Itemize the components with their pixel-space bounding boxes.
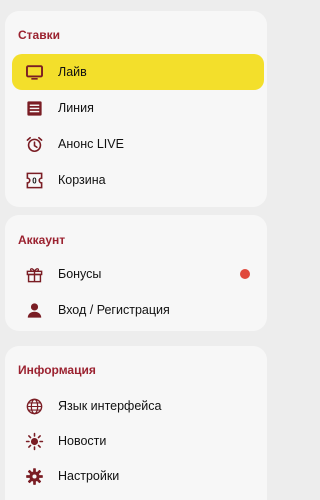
bets-section-title: Ставки <box>18 28 60 42</box>
gear-icon <box>24 466 44 486</box>
info-section: Информация Язык интерфейса Новости Настр… <box>5 346 267 500</box>
account-section-title: Аккаунт <box>18 233 66 247</box>
menu-item-login[interactable]: Вход / Регистрация <box>12 292 264 328</box>
person-icon <box>24 300 44 320</box>
menu-item-settings[interactable]: Настройки <box>12 458 264 494</box>
alarm-clock-icon <box>24 134 44 154</box>
menu-item-basket[interactable]: 0 Корзина <box>12 162 264 198</box>
menu-item-language[interactable]: Язык интерфейса <box>12 388 264 424</box>
basket-count: 0 <box>32 176 37 185</box>
sun-icon <box>24 431 44 451</box>
list-icon <box>24 98 44 118</box>
bets-section: Ставки Лайв Линия Анонс LIVE 0 Корзина <box>5 11 267 207</box>
menu-item-language-label: Язык интерфейса <box>58 399 162 413</box>
menu-item-live[interactable]: Лайв <box>12 54 264 90</box>
menu-item-line-label: Линия <box>58 101 94 115</box>
menu-item-settings-label: Настройки <box>58 469 120 483</box>
menu-item-line[interactable]: Линия <box>12 90 264 126</box>
coupon-icon: 0 <box>24 170 44 190</box>
globe-icon <box>24 396 44 416</box>
menu-item-news[interactable]: Новости <box>12 423 264 459</box>
account-section: Аккаунт Бонусы Вход / Регистрация <box>5 215 267 331</box>
menu-item-login-label: Вход / Регистрация <box>58 303 170 317</box>
menu-item-live-announce[interactable]: Анонс LIVE <box>12 126 264 162</box>
info-section-title: Информация <box>18 363 96 377</box>
menu-item-bonuses[interactable]: Бонусы <box>12 256 264 292</box>
gift-icon <box>24 264 44 284</box>
menu-item-live-announce-label: Анонс LIVE <box>58 137 124 151</box>
notification-badge <box>240 269 250 279</box>
menu-item-bonuses-label: Бонусы <box>58 267 102 281</box>
menu-item-basket-label: Корзина <box>58 173 106 187</box>
tv-icon <box>24 62 44 82</box>
menu-item-news-label: Новости <box>58 434 107 448</box>
menu-item-live-label: Лайв <box>58 65 87 79</box>
